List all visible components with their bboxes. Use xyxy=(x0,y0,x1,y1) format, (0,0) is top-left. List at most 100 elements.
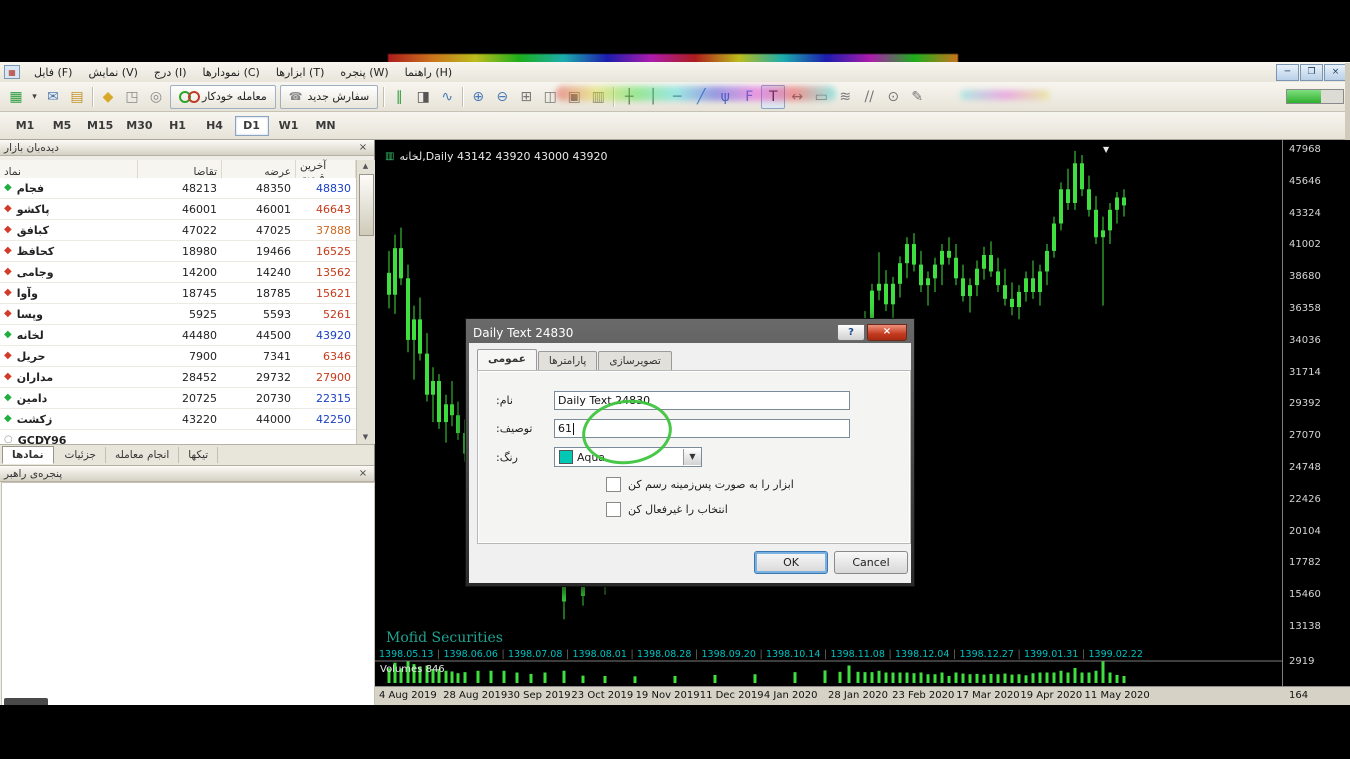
date-axis[interactable]: 4 Aug 2019 28 Aug 2019 30 Sep 2019 23 Oct 2… xyxy=(375,686,1350,705)
menu-view[interactable]: نمایش (V) xyxy=(80,64,145,81)
price-label: 13138 xyxy=(1289,621,1321,632)
table-row[interactable]: ◆ پاکشو 46001 46001 46643 xyxy=(0,199,356,220)
gregorian-date-label: 4 Jan 2020 xyxy=(763,690,818,701)
zoom-in-icon[interactable]: ⊕ xyxy=(466,85,490,109)
bar-chart-icon[interactable]: ∥ xyxy=(387,85,411,109)
name-field[interactable]: Daily Text 24830 xyxy=(554,391,850,410)
magnifier-icon[interactable]: ⊙ xyxy=(881,85,905,109)
ask-cell: 5593 xyxy=(263,307,291,321)
menu-tools[interactable]: ابزارها (T) xyxy=(268,64,333,81)
timeframe-m15[interactable]: M15 xyxy=(82,116,118,136)
new-order-button[interactable]: ☎ سفارش جدید xyxy=(279,84,379,109)
price-label: 41002 xyxy=(1289,239,1321,250)
timeframe-m1[interactable]: M1 xyxy=(8,116,42,136)
profiles-icon[interactable]: ✉ xyxy=(41,85,65,109)
menu-insert[interactable]: درج (I) xyxy=(146,64,195,81)
tile-windows-icon[interactable]: ⊞ xyxy=(514,85,538,109)
scrollbar-thumb[interactable] xyxy=(359,174,374,236)
up-diamond-icon: ◆ xyxy=(4,392,12,403)
price-axis[interactable]: 47968 45646 43324 41002 38680 36358 34036 31714… xyxy=(1282,140,1350,686)
callout-icon[interactable]: ✎ xyxy=(905,85,929,109)
tab-تیکها[interactable]: تیکها xyxy=(179,447,219,463)
symbol-name: کحافظ xyxy=(16,244,55,258)
window-restore-button[interactable]: ❐ xyxy=(1300,63,1323,81)
market-watch-close-icon[interactable]: × xyxy=(356,142,370,153)
history-center-icon[interactable]: ▤ xyxy=(65,85,89,109)
volume-scale-top: 2919 xyxy=(1289,656,1315,667)
bottom-letterbox xyxy=(0,705,1350,759)
menu-help[interactable]: راهنما (H) xyxy=(397,64,461,81)
dropdown-arrow-icon[interactable]: ▼ xyxy=(683,449,701,465)
timeframe-w1[interactable]: W1 xyxy=(272,116,306,136)
zoom-out-icon[interactable]: ⊖ xyxy=(490,85,514,109)
down-diamond-icon: ◆ xyxy=(4,308,12,319)
navigator-icon[interactable]: ◎ xyxy=(144,85,168,109)
dialog-tab-پارامترها[interactable]: پارامترها xyxy=(537,351,598,372)
price-label: 17782 xyxy=(1289,557,1321,568)
timeframe-h4[interactable]: H4 xyxy=(198,116,232,136)
table-row[interactable]: ◆ کبافق 47022 47025 37888 xyxy=(0,220,356,241)
last-cell: 6346 xyxy=(323,349,351,363)
candlestick-chart-icon[interactable]: ◨ xyxy=(411,85,435,109)
table-row[interactable]: ◆ فجام 48213 48350 48830 xyxy=(0,178,356,199)
gregorian-date-label: 28 Jan 2020 xyxy=(827,690,888,701)
tab-نمادها[interactable]: نمادها xyxy=(2,446,54,464)
price-label: 22426 xyxy=(1289,494,1321,505)
timeframe-mn[interactable]: MN xyxy=(309,116,343,136)
navigator-titlebar: پنجره‌ی راهبر × xyxy=(0,466,374,482)
table-row[interactable]: ◆ کحافظ 18980 19466 16525 xyxy=(0,241,356,262)
timeframe-d1[interactable]: D1 xyxy=(234,115,269,136)
symbol-name: وآوا xyxy=(16,286,38,300)
menu-window[interactable]: پنجره (W) xyxy=(332,64,396,81)
dialog-help-button[interactable]: ? xyxy=(837,324,865,341)
color-dropdown[interactable]: Aqua ▼ xyxy=(554,447,702,467)
tab-جزئیات[interactable]: جزئیات xyxy=(56,447,107,463)
scroll-down-icon[interactable]: ▼ xyxy=(357,431,374,444)
persian-date-label: 1398.07.08 xyxy=(508,649,563,660)
dialog-tab-عمومی[interactable]: عمومی xyxy=(477,349,537,370)
new-chart-icon[interactable]: ▦ xyxy=(4,85,28,109)
cancel-button[interactable]: Cancel xyxy=(834,551,908,574)
market-watch-scrollbar[interactable]: ▲ ▼ xyxy=(356,160,375,444)
parallel-channel-icon[interactable]: // xyxy=(857,85,881,109)
table-row[interactable]: ◆ مداران 28452 29732 27900 xyxy=(0,367,356,388)
line-chart-icon[interactable]: ∿ xyxy=(435,85,459,109)
table-row[interactable]: ◆ وجامی 14200 14240 13562 xyxy=(0,262,356,283)
table-row[interactable]: ◆ دامین 20725 20730 22315 xyxy=(0,388,356,409)
table-row[interactable]: ◆ حریل 7900 7341 6346 xyxy=(0,346,356,367)
zigzag-icon[interactable]: ≋ xyxy=(833,85,857,109)
tab-انجام معامله[interactable]: انجام معامله xyxy=(106,447,180,463)
dialog-tab-تصویرسازی[interactable]: تصویرسازی xyxy=(598,351,672,372)
disable-selection-checkbox[interactable] xyxy=(606,502,621,517)
table-row[interactable]: ◆ وپسا 5925 5593 5261 xyxy=(0,304,356,325)
new-chart-dropdown-icon[interactable]: ▾ xyxy=(28,85,41,109)
timeframe-m30[interactable]: M30 xyxy=(121,116,157,136)
menu-charts[interactable]: نمودارها (C) xyxy=(195,64,268,81)
window-close-button[interactable]: × xyxy=(1324,63,1347,81)
table-row[interactable]: ◆ زکشت 43220 44000 42250 xyxy=(0,409,356,430)
scroll-up-icon[interactable]: ▲ xyxy=(357,160,374,173)
menu-file[interactable]: فایل (F) xyxy=(26,64,80,81)
down-diamond-icon: ◆ xyxy=(4,245,12,256)
last-cell: 37888 xyxy=(316,223,351,237)
timeframe-h1[interactable]: H1 xyxy=(161,116,195,136)
panel-resize-stub[interactable] xyxy=(4,698,48,705)
market-watch-icon[interactable]: ◆ xyxy=(96,85,120,109)
table-row[interactable]: ◆ وآوا 18745 18785 15621 xyxy=(0,283,356,304)
window-minimize-button[interactable]: ─ xyxy=(1276,63,1299,81)
symbol-name: پاکشو xyxy=(16,202,50,216)
data-window-icon[interactable]: ◳ xyxy=(120,85,144,109)
auto-trading-button[interactable]: معامله خودکار xyxy=(170,84,276,109)
table-row[interactable]: ◆ لخانه 44480 44500 43920 xyxy=(0,325,356,346)
background-draw-checkbox[interactable] xyxy=(606,477,621,492)
ask-cell: 46001 xyxy=(256,202,291,216)
timeframe-m5[interactable]: M5 xyxy=(45,116,79,136)
navigator-close-icon[interactable]: × xyxy=(356,468,370,479)
ok-button[interactable]: OK xyxy=(754,551,828,574)
description-field[interactable]: 61 xyxy=(554,419,850,438)
volume-scale-bottom: 164 xyxy=(1289,690,1309,701)
ask-cell: 44000 xyxy=(256,412,291,426)
dialog-titlebar[interactable]: Daily Text 24830 ? × xyxy=(469,322,911,343)
menu-bar: ▦ فایل (F) نمایش (V) درج (I) نمودارها (C) اب… xyxy=(0,62,1350,83)
dialog-close-button[interactable]: × xyxy=(867,324,907,341)
